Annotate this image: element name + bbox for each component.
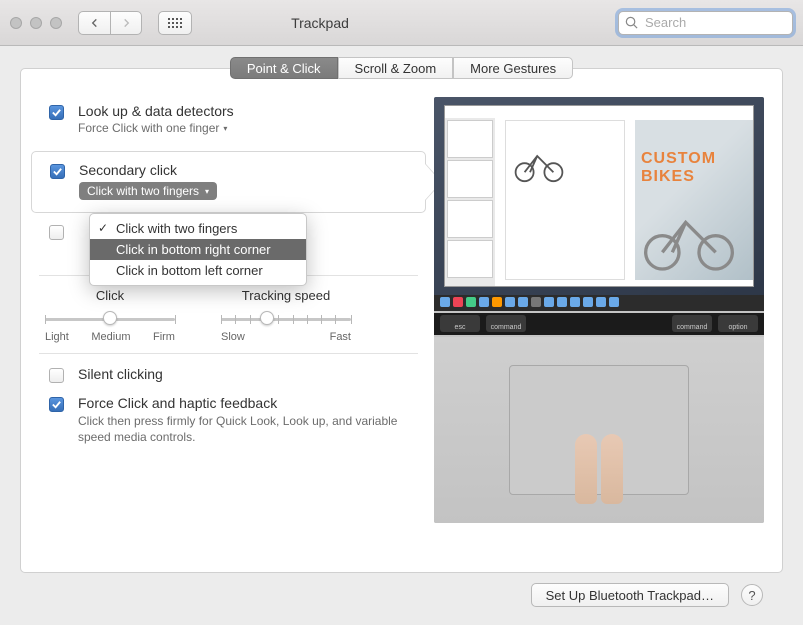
look-up-checkbox[interactable] (49, 105, 64, 120)
click-slider[interactable] (45, 311, 175, 327)
tracking-slider[interactable] (221, 311, 351, 327)
tracking-label-slow: Slow (221, 331, 245, 343)
secondary-click-title: Secondary click (79, 162, 415, 178)
bike-icon (639, 204, 739, 274)
tab-scroll-and-zoom[interactable]: Scroll & Zoom (338, 57, 454, 79)
chevron-down-icon: ▾ (223, 124, 227, 133)
menu-item-bottom-left[interactable]: Click in bottom left corner (90, 260, 306, 281)
fingers-icon (575, 434, 623, 504)
option-force-click: Force Click and haptic feedback Click th… (39, 389, 418, 451)
force-click-title: Force Click and haptic feedback (78, 395, 416, 411)
silent-clicking-checkbox[interactable] (49, 368, 64, 383)
tab-more-gestures[interactable]: More Gestures (453, 57, 573, 79)
look-up-mode-dropdown[interactable]: Force Click with one finger ▾ (78, 121, 416, 135)
bike-icon (512, 147, 566, 183)
click-slider-title: Click (45, 288, 175, 303)
menu-item-two-fingers[interactable]: Click with two fingers (90, 218, 306, 239)
tracking-slider-title: Tracking speed (221, 288, 351, 303)
secondary-click-checkbox[interactable] (50, 164, 65, 179)
sliders-section: Click Light Medium Fir (39, 275, 418, 354)
tab-point-and-click[interactable]: Point & Click (230, 57, 338, 79)
option-silent-clicking: Silent clicking (39, 360, 418, 389)
option-look-up: Look up & data detectors Force Click wit… (39, 97, 418, 151)
look-up-title: Look up & data detectors (78, 103, 416, 119)
secondary-click-mode-dropdown[interactable]: Click with two fingers ▾ (79, 182, 217, 200)
options-column: Look up & data detectors Force Click wit… (39, 97, 418, 564)
secondary-click-menu: Click with two fingers Click in bottom r… (89, 213, 307, 286)
tracking-label-fast: Fast (330, 331, 351, 343)
click-label-medium: Medium (91, 331, 130, 343)
force-click-description: Click then press firmly for Quick Look, … (78, 413, 416, 445)
tracking-slider-thumb[interactable] (260, 311, 274, 325)
close-window-button[interactable] (10, 17, 22, 29)
menu-item-bottom-right[interactable]: Click in bottom right corner (90, 239, 306, 260)
titlebar: Trackpad (0, 0, 803, 46)
option-secondary-click: Secondary click Click with two fingers ▾ (31, 151, 426, 213)
setup-bluetooth-trackpad-button[interactable]: Set Up Bluetooth Trackpad… (531, 583, 729, 607)
chevron-down-icon: ▾ (205, 187, 209, 196)
help-button[interactable]: ? (741, 584, 763, 606)
tap-to-click-checkbox[interactable] (49, 225, 64, 240)
search-input[interactable] (618, 11, 793, 35)
window-title: Trackpad (30, 15, 610, 31)
click-label-light: Light (45, 331, 69, 343)
search-icon (624, 15, 639, 30)
preferences-panel: Point & Click Scroll & Zoom More Gesture… (20, 68, 783, 573)
silent-clicking-title: Silent clicking (78, 366, 416, 382)
gesture-preview: CUSTOM BIKES esc command command (434, 97, 764, 523)
click-slider-thumb[interactable] (103, 311, 117, 325)
force-click-checkbox[interactable] (49, 397, 64, 412)
click-label-firm: Firm (153, 331, 175, 343)
